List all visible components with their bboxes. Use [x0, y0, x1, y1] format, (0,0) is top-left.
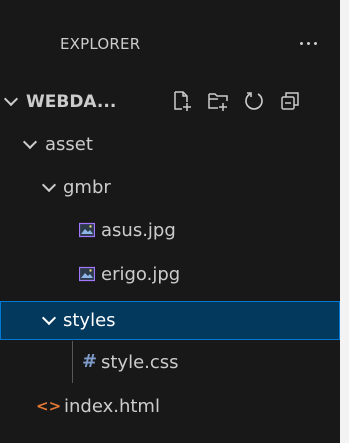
- tree-item-label: asset: [45, 134, 93, 155]
- new-file-icon[interactable]: [171, 90, 193, 112]
- tree-item-label: gmbr: [63, 177, 111, 198]
- tree-folder-styles[interactable]: styles: [0, 301, 340, 340]
- project-name: WEBDA...: [26, 92, 117, 112]
- explorer-panel: EXPLORER WEBDA... asset gmbr asus.jpg er…: [0, 0, 340, 443]
- chevron-down-icon: [41, 310, 57, 326]
- tree-item-label: asus.jpg: [101, 220, 176, 241]
- hash-icon: #: [82, 351, 98, 372]
- explorer-header: EXPLORER: [0, 25, 340, 61]
- tree-item-label: erigo.jpg: [101, 264, 181, 285]
- tree-item-label: index.html: [64, 396, 160, 417]
- image-file-icon: [79, 222, 95, 238]
- tree-folder-asset[interactable]: asset: [0, 125, 340, 163]
- tree-file-index-html[interactable]: <> index.html: [0, 387, 340, 425]
- tree-item-label: styles: [63, 310, 116, 331]
- image-file-icon: [79, 266, 95, 282]
- collapse-all-icon[interactable]: [279, 90, 301, 112]
- new-folder-icon[interactable]: [207, 90, 229, 112]
- tree-file-erigo[interactable]: erigo.jpg: [0, 255, 340, 293]
- chevron-down-icon: [3, 91, 19, 107]
- panel-edge: [340, 0, 349, 443]
- tree-folder-gmbr[interactable]: gmbr: [0, 168, 340, 206]
- explorer-title: EXPLORER: [60, 35, 141, 53]
- chevron-down-icon: [41, 177, 57, 193]
- ellipsis-icon[interactable]: [298, 37, 322, 49]
- refresh-icon[interactable]: [243, 90, 265, 112]
- tree-item-label: style.css: [101, 352, 179, 373]
- html-brackets-icon: <>: [36, 397, 62, 415]
- tree-file-asus[interactable]: asus.jpg: [0, 211, 340, 249]
- project-root-row[interactable]: WEBDA...: [0, 82, 340, 120]
- chevron-down-icon: [22, 134, 38, 150]
- tree-file-style-css[interactable]: # style.css: [0, 343, 340, 381]
